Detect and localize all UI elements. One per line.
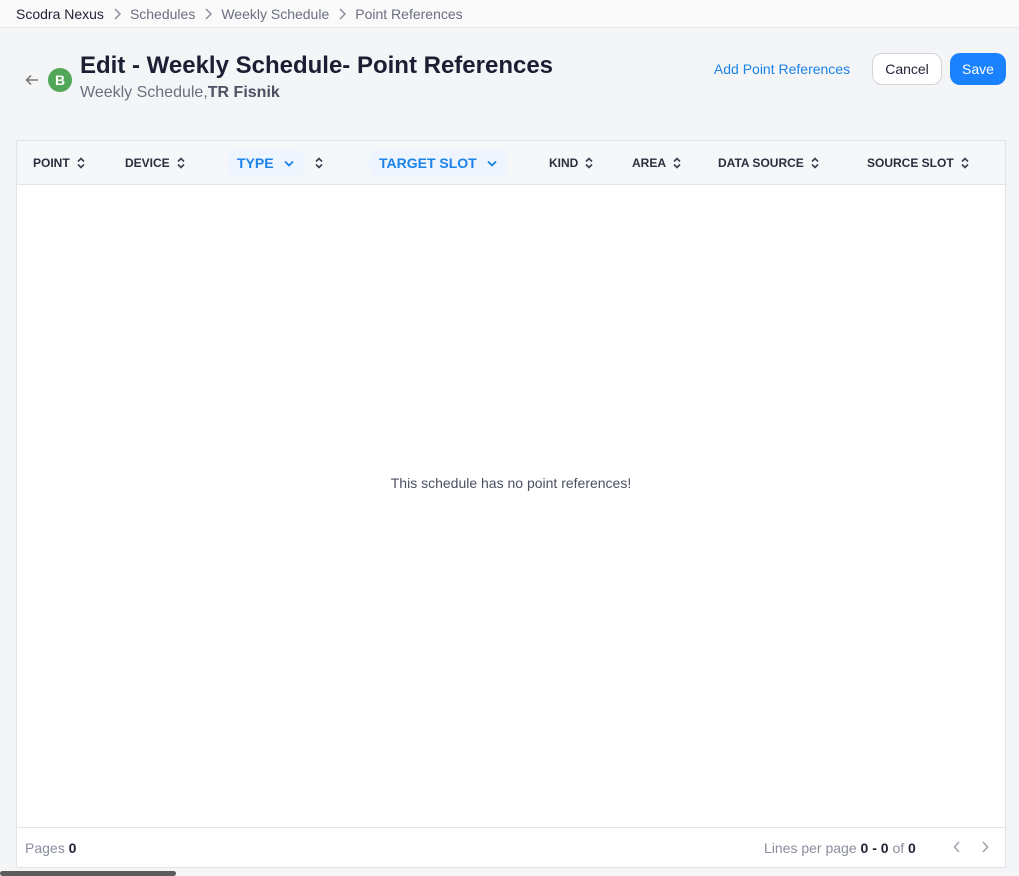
column-header-point[interactable]: POINT (33, 141, 86, 185)
page-title: Edit - Weekly Schedule- Point References (80, 52, 554, 79)
target-slot-filter-dropdown[interactable]: TARGET SLOT (369, 150, 507, 176)
previous-page-icon[interactable] (949, 838, 965, 856)
column-label: DATA SOURCE (718, 156, 804, 170)
breadcrumb: Scodra Nexus Schedules Weekly Schedule P… (0, 0, 1019, 28)
lines-total: 0 (908, 840, 916, 856)
chevron-right-icon (338, 7, 347, 20)
breadcrumb-item-point-references: Point References (355, 5, 463, 22)
add-point-references-button[interactable]: Add Point References (702, 53, 862, 85)
horizontal-scrollbar[interactable] (0, 871, 176, 876)
breadcrumb-item-scodra-nexus[interactable]: Scodra Nexus (16, 6, 104, 22)
sort-icon[interactable] (960, 157, 970, 169)
type-filter-dropdown[interactable]: TYPE (227, 150, 304, 176)
lines-per-page-indicator: Lines per page 0 - 0 of 0 (764, 840, 916, 856)
sort-icon[interactable] (314, 157, 324, 169)
point-references-table: POINT DEVICE TYPE TARGET SLOT KIND AREA … (16, 140, 1006, 868)
column-label: TARGET SLOT (379, 155, 477, 171)
breadcrumb-item-schedules[interactable]: Schedules (130, 6, 195, 22)
column-header-area[interactable]: AREA (632, 141, 682, 185)
pages-value: 0 (68, 840, 77, 856)
column-header-kind[interactable]: KIND (549, 141, 594, 185)
next-page-icon[interactable] (977, 838, 993, 856)
empty-state-message: This schedule has no point references! (390, 475, 632, 491)
of-label: of (892, 840, 905, 856)
sort-icon[interactable] (76, 157, 86, 169)
column-label: POINT (33, 156, 70, 170)
sort-icon[interactable] (810, 157, 820, 169)
column-label: SOURCE SLOT (867, 156, 954, 170)
column-header-device[interactable]: DEVICE (125, 141, 186, 185)
sort-icon[interactable] (584, 157, 594, 169)
column-header-source-slot[interactable]: SOURCE SLOT (867, 141, 970, 185)
column-label: AREA (632, 156, 667, 170)
column-label: TYPE (237, 155, 274, 171)
sort-icon[interactable] (176, 157, 186, 169)
column-header-target-slot[interactable]: TARGET SLOT (369, 141, 507, 185)
pages-label: Pages (25, 840, 65, 856)
lines-label: Lines per page (764, 840, 857, 856)
chevron-down-icon (283, 160, 294, 167)
column-label: KIND (549, 156, 579, 170)
table-header: POINT DEVICE TYPE TARGET SLOT KIND AREA … (17, 141, 1005, 185)
pages-indicator: Pages 0 (25, 840, 76, 856)
save-button[interactable]: Save (950, 53, 1006, 85)
sort-icon[interactable] (672, 157, 682, 169)
chevron-down-icon (487, 160, 497, 167)
cancel-button[interactable]: Cancel (872, 53, 942, 85)
lines-range: 0 - 0 (860, 840, 889, 856)
chevron-right-icon (113, 7, 121, 20)
column-header-type[interactable]: TYPE (227, 141, 324, 185)
page-header: B Edit - Weekly Schedule- Point Referenc… (0, 28, 1019, 140)
back-arrow-icon[interactable] (24, 72, 40, 88)
avatar: B (48, 68, 72, 92)
subtitle-bold: TR Fisnik (207, 84, 280, 101)
column-header-data-source[interactable]: DATA SOURCE (718, 141, 820, 185)
column-label: DEVICE (125, 156, 170, 170)
table-footer: Pages 0 Lines per page 0 - 0 of 0 (17, 827, 1005, 867)
subtitle-prefix: Weekly Schedule, (80, 84, 208, 101)
page-subtitle: Weekly Schedule,TR Fisnik (80, 84, 280, 102)
breadcrumb-item-weekly-schedule[interactable]: Weekly Schedule (221, 6, 329, 22)
chevron-right-icon (204, 7, 213, 20)
